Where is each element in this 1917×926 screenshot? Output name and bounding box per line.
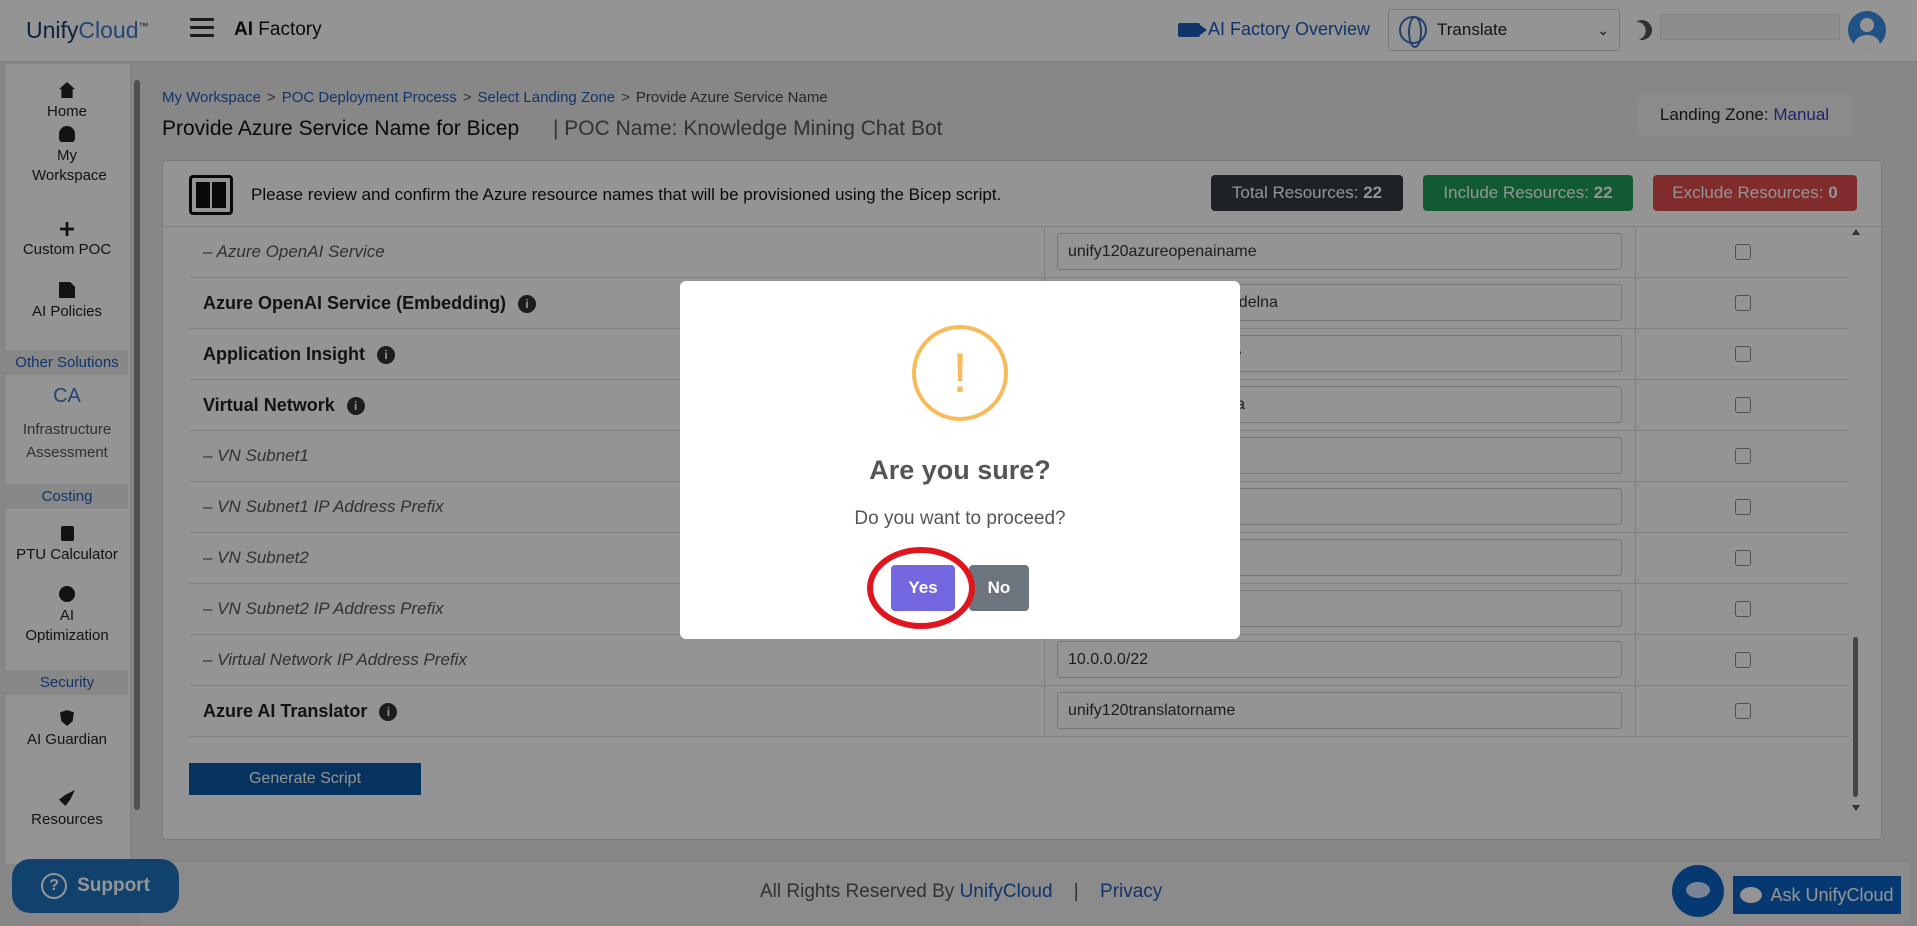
no-button[interactable]: No — [969, 565, 1029, 611]
warning-icon: ! — [912, 325, 1008, 421]
dialog-text: Do you want to proceed? — [854, 508, 1066, 529]
highlight-circle — [867, 547, 975, 629]
confirm-dialog: ! Are you sure? Do you want to proceed? … — [680, 281, 1240, 639]
dialog-title: Are you sure? — [869, 455, 1051, 485]
